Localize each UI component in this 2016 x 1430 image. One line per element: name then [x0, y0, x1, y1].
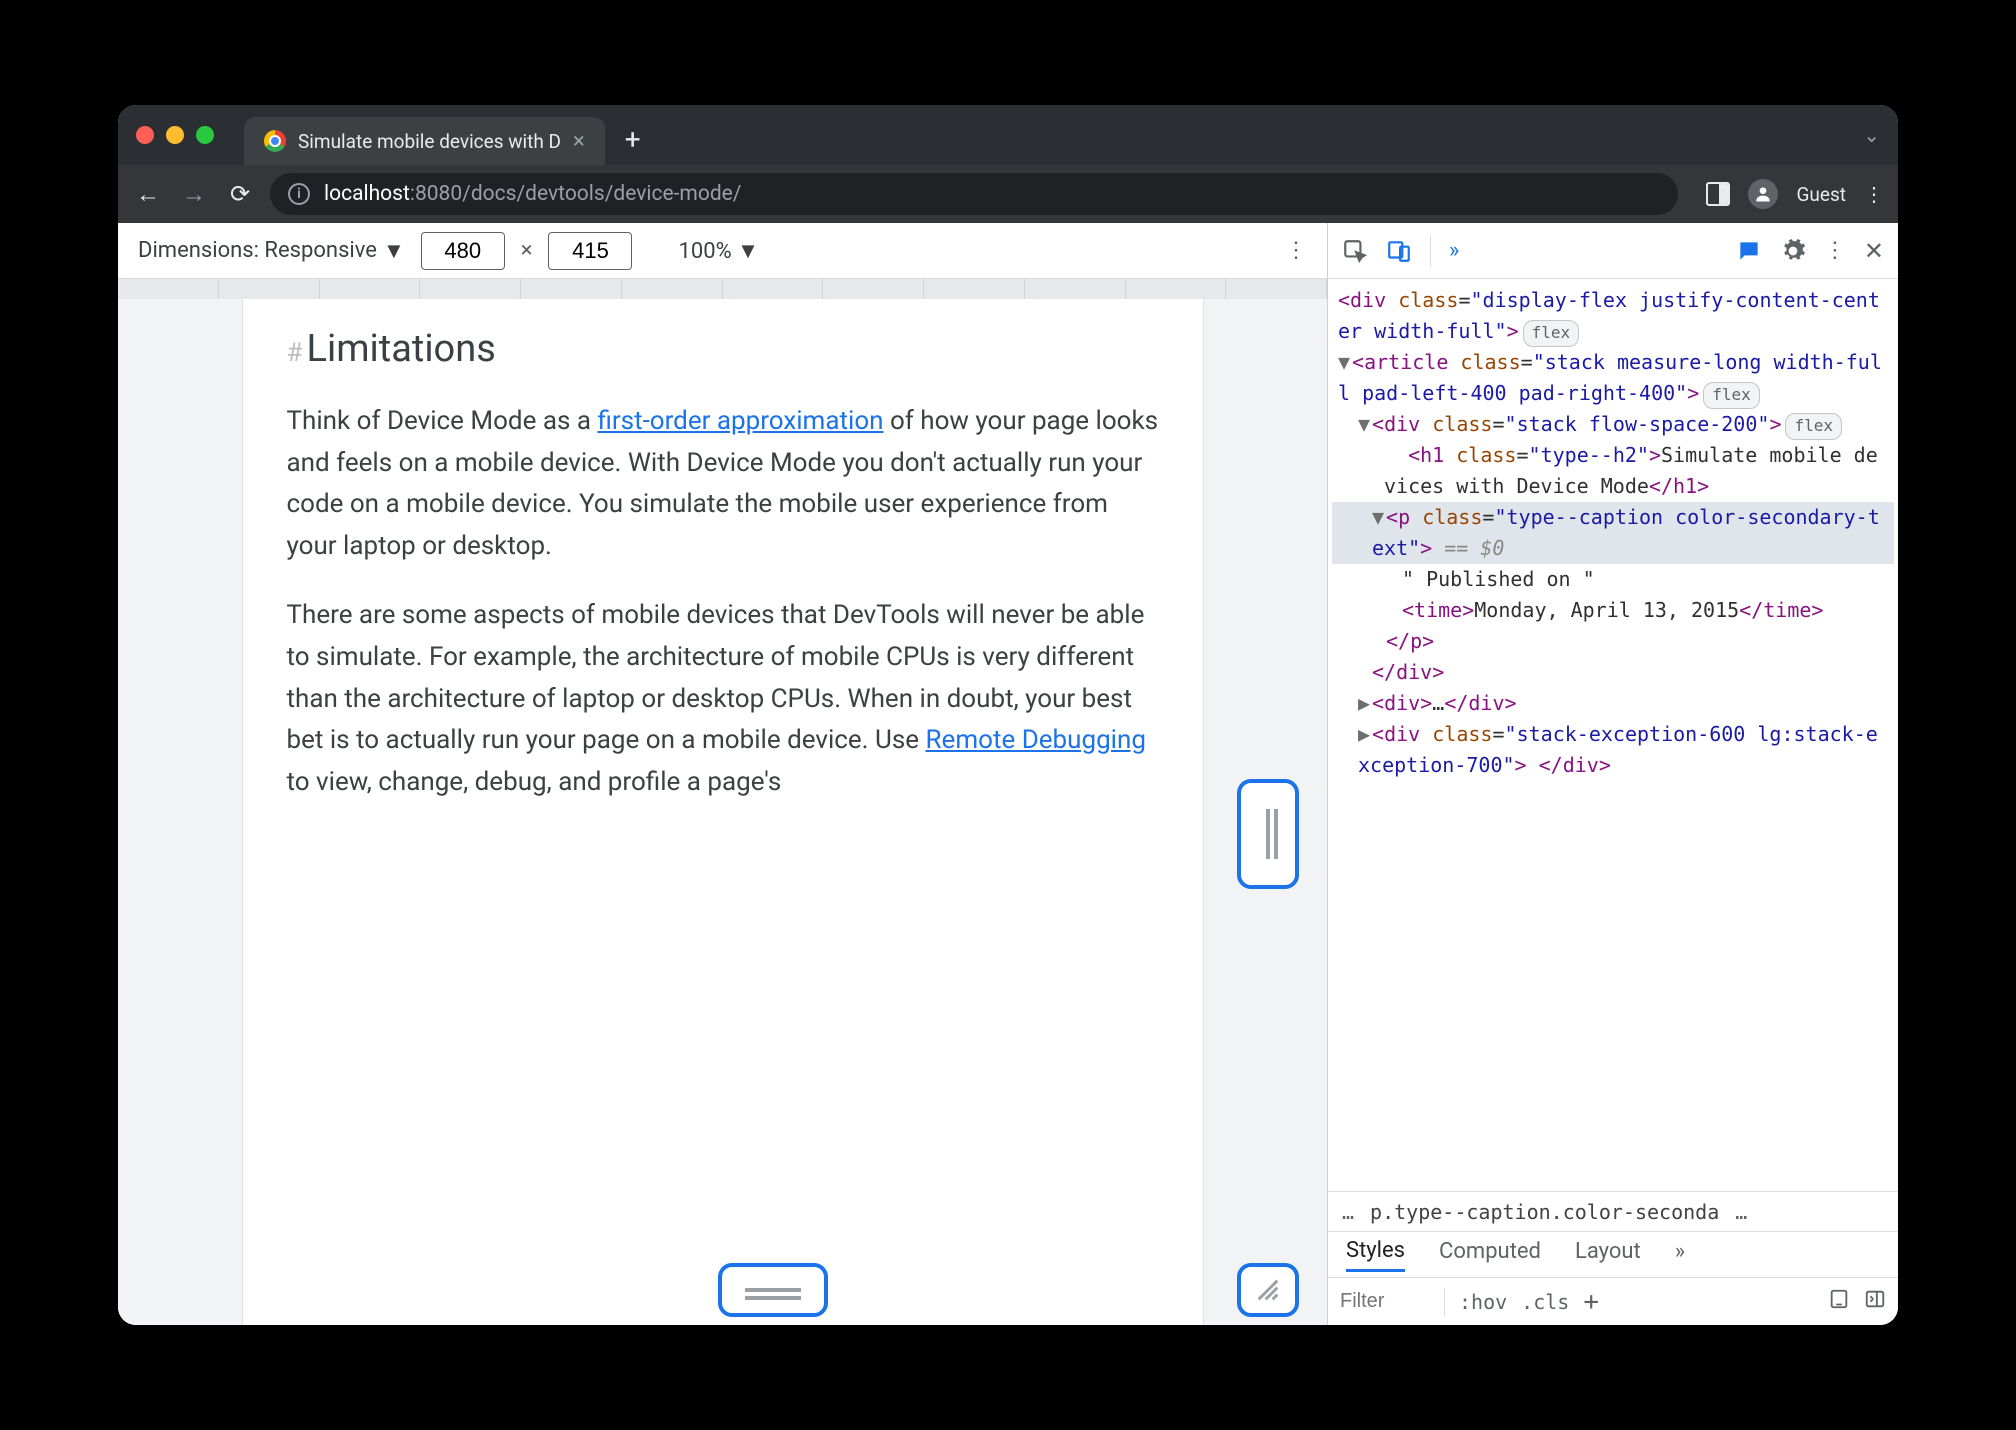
devtools-panel: » ⋮ ✕ <div class="display-flex justify-c… — [1328, 223, 1898, 1325]
browser-tab[interactable]: Simulate mobile devices with D × — [244, 117, 605, 165]
reload-button[interactable]: ⟳ — [224, 180, 256, 208]
side-panel-icon[interactable] — [1706, 182, 1730, 206]
device-mode-pane: Dimensions: Responsive ▼ × 100% ▼ ⋮ — [118, 223, 1328, 1325]
tab-styles[interactable]: Styles — [1346, 1238, 1405, 1272]
width-input[interactable] — [421, 232, 505, 270]
tab-close-button[interactable]: × — [573, 129, 585, 154]
zoom-dropdown[interactable]: 100% ▼ — [678, 238, 758, 264]
device-toggle-icon[interactable] — [1386, 238, 1412, 264]
new-tab-button[interactable]: + — [625, 123, 641, 156]
heading: #Limitations — [287, 327, 1159, 371]
back-button[interactable]: ← — [132, 180, 164, 209]
styles-filter-input[interactable] — [1340, 1290, 1430, 1313]
styles-tabbar: Styles Computed Layout » — [1328, 1231, 1898, 1277]
ruler — [118, 279, 1327, 299]
browser-window: Simulate mobile devices with D × + ⌄ ← →… — [118, 105, 1898, 1325]
titlebar: Simulate mobile devices with D × + ⌄ — [118, 105, 1898, 165]
issues-icon[interactable] — [1736, 238, 1762, 264]
elements-tree[interactable]: <div class="display-flex justify-content… — [1328, 279, 1898, 1191]
inspect-icon[interactable] — [1342, 238, 1368, 264]
sidebar-toggle-icon[interactable] — [1864, 1288, 1886, 1315]
resize-handle-bottom[interactable] — [718, 1263, 828, 1317]
paragraph: Think of Device Mode as a first-order ap… — [287, 401, 1159, 567]
tab-computed[interactable]: Computed — [1439, 1239, 1541, 1270]
article: #Limitations Think of Device Mode as a f… — [243, 299, 1203, 859]
tab-layout[interactable]: Layout — [1575, 1239, 1641, 1270]
site-info-icon[interactable]: i — [288, 183, 310, 205]
device-more-button[interactable]: ⋮ — [1285, 238, 1307, 263]
minimize-window-button[interactable] — [166, 126, 184, 144]
tab-title: Simulate mobile devices with D — [298, 130, 561, 153]
device-icon[interactable] — [1828, 1288, 1850, 1315]
tab-search-button[interactable]: ⌄ — [1863, 123, 1880, 147]
browser-menu-button[interactable]: ⋮ — [1864, 182, 1884, 206]
traffic-lights — [136, 126, 214, 144]
dimensions-label: Dimensions: Responsive — [138, 238, 377, 263]
zoom-label: 100% — [678, 239, 731, 264]
height-input[interactable] — [548, 232, 632, 270]
dimensions-dropdown[interactable]: Dimensions: Responsive ▼ — [138, 238, 405, 264]
chrome-icon — [264, 130, 286, 152]
crumb-selected[interactable]: p.type--caption.color-seconda — [1370, 1200, 1719, 1224]
link-remote-debugging[interactable]: Remote Debugging — [926, 725, 1146, 755]
paragraph: There are some aspects of mobile devices… — [287, 595, 1159, 803]
profile-label: Guest — [1796, 183, 1846, 206]
cls-toggle[interactable]: .cls — [1521, 1290, 1569, 1314]
link-first-order[interactable]: first-order approximation — [597, 406, 883, 436]
devtools-menu-icon[interactable]: ⋮ — [1824, 238, 1846, 263]
content-area: Dimensions: Responsive ▼ × 100% ▼ ⋮ — [118, 223, 1898, 1325]
new-style-button[interactable]: + — [1583, 1287, 1599, 1317]
more-tabs-icon[interactable]: » — [1449, 238, 1459, 263]
breadcrumb[interactable]: … p.type--caption.color-seconda … — [1328, 1191, 1898, 1231]
titlebar-right: ⌄ — [1863, 123, 1880, 147]
anchor-hash-icon[interactable]: # — [287, 338, 303, 368]
devtools-tabbar: » ⋮ ✕ — [1328, 223, 1898, 279]
maximize-window-button[interactable] — [196, 126, 214, 144]
device-toolbar: Dimensions: Responsive ▼ × 100% ▼ ⋮ — [118, 223, 1327, 279]
styles-filter-bar: :hov .cls + — [1328, 1277, 1898, 1325]
resize-handle-corner[interactable] — [1237, 1263, 1299, 1317]
toolbar-right: Guest ⋮ — [1706, 179, 1884, 209]
devtools-close-icon[interactable]: ✕ — [1864, 237, 1884, 265]
hov-toggle[interactable]: :hov — [1459, 1290, 1507, 1314]
browser-toolbar: ← → ⟳ i localhost:8080/docs/devtools/dev… — [118, 165, 1898, 223]
close-window-button[interactable] — [136, 126, 154, 144]
tab-more-icon[interactable]: » — [1675, 1239, 1685, 1270]
address-bar[interactable]: i localhost:8080/docs/devtools/device-mo… — [270, 173, 1678, 215]
dropdown-triangle-icon: ▼ — [383, 238, 405, 264]
resize-handle-right[interactable] — [1237, 779, 1299, 889]
times-icon: × — [521, 238, 533, 263]
dropdown-triangle-icon: ▼ — [737, 239, 759, 264]
forward-button[interactable]: → — [178, 180, 210, 209]
page-preview[interactable]: #Limitations Think of Device Mode as a f… — [243, 299, 1203, 1325]
profile-avatar[interactable] — [1748, 179, 1778, 209]
preview-wrap: #Limitations Think of Device Mode as a f… — [118, 299, 1327, 1325]
url-text: localhost:8080/docs/devtools/device-mode… — [324, 182, 741, 206]
crumb-ellipsis[interactable]: … — [1342, 1200, 1354, 1224]
crumb-ellipsis[interactable]: … — [1735, 1200, 1747, 1224]
settings-gear-icon[interactable] — [1780, 238, 1806, 264]
